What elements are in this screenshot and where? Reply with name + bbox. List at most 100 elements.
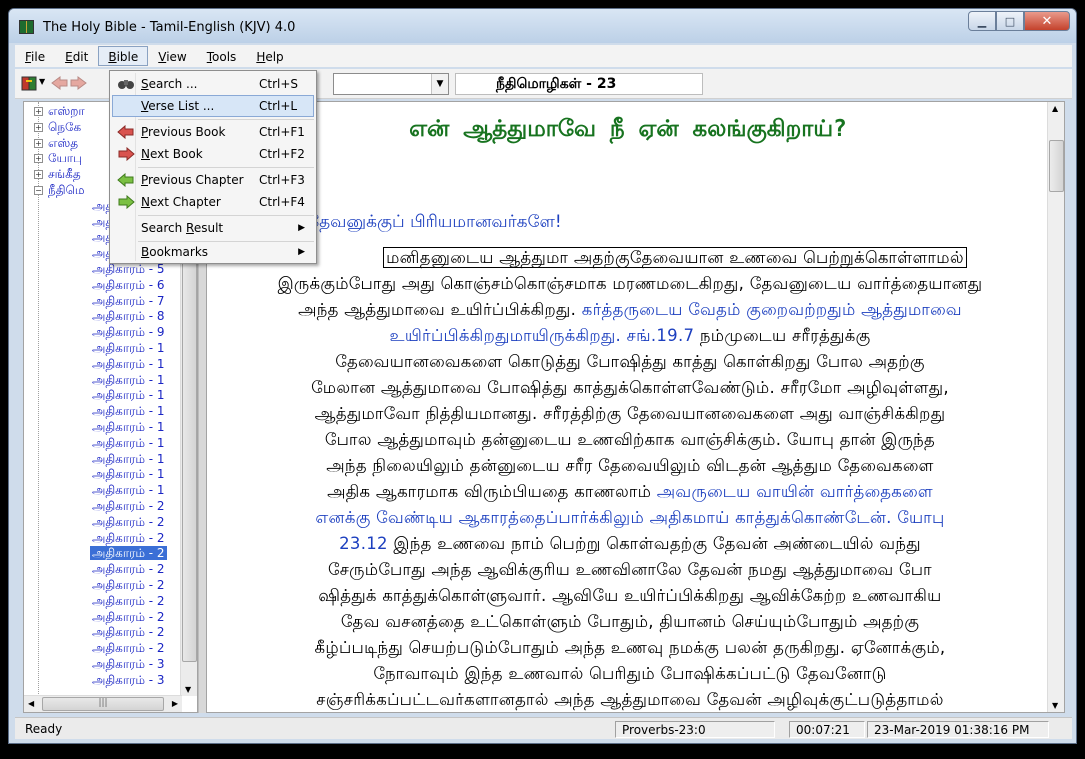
menu-view[interactable]: View [148,46,196,66]
reading-vertical-scrollbar[interactable]: ▲ ▼ [1047,102,1064,712]
devotion-text: ஷித்துக் காத்துக்கொள்ளுவார். ஆவியே உயிர்… [318,586,942,605]
submenu-arrow-icon: ▶ [298,247,305,257]
menu-next-book[interactable]: Next Book Ctrl+F2 [112,143,314,165]
status-text: Ready [25,722,63,736]
tree-chapter-item[interactable]: அதிகாரம் - 1 [90,420,167,436]
menu-bookmarks[interactable]: Bookmarks ▶ [112,241,314,263]
red-right-arrow-icon [118,147,135,161]
tree-book-item[interactable]: + நெகே [34,120,83,136]
tree-chapter-item[interactable]: அதிகாரம் - 2 [90,594,167,610]
expand-icon[interactable]: + [34,154,43,164]
tree-book-item[interactable]: + யோபு [34,151,84,167]
tree-horizontal-scrollbar[interactable]: ◀ ||| ▶ [24,695,182,712]
menu-tools[interactable]: Tools [197,46,247,66]
tree-chapter-item[interactable]: அதிகாரம் - 6 [90,278,167,294]
tree-chapter-item[interactable]: அதிகாரம் - 2 [90,578,167,594]
text-line: கீழ்ப்படிந்து செயற்படும்போதும் அந்த உணவு… [217,635,1043,661]
tree-book-item[interactable]: + சங்கீத [34,167,83,183]
reading-scroll-thumb[interactable] [1049,140,1064,192]
book-icon[interactable] [21,75,39,92]
tree-chapter-item[interactable]: அதிகாரம் - 2 [90,562,167,578]
text-line: நோவாவும் இந்த உணவால் பெரிதும் போஷிக்கப்ப… [217,661,1043,687]
green-left-arrow-icon [117,173,134,187]
menu-file[interactable]: File [15,46,55,66]
expand-icon[interactable]: + [34,138,43,148]
reading-pane[interactable]: என் ஆத்துமாவே நீ ஏன் கலங்குகிறாய்? தேவனு… [206,101,1065,713]
menu-bookmarks-accel: B [141,245,150,259]
scroll-left-icon[interactable]: ◀ [28,699,34,708]
menu-verse-list[interactable]: Verse List ... Ctrl+L [112,95,314,117]
scroll-up-icon[interactable]: ▲ [1052,104,1058,113]
scroll-down-icon[interactable]: ▼ [1052,701,1058,710]
tree-chapter-item[interactable]: அதிகாரம் - 1 [90,467,167,483]
tree-chapter-item[interactable]: அதிகாரம் - 3 [90,673,167,689]
menu-edit[interactable]: Edit [55,46,98,66]
chapter-combo[interactable]: ▼ [333,73,449,95]
menu-search-result[interactable]: Search Result ▶ [112,217,314,239]
book-dropdown-icon[interactable]: ▼ [39,77,45,86]
minimize-button[interactable]: ▁ [968,11,996,31]
tree-chapter-item[interactable]: அதிகாரம் - 2 [90,546,167,562]
text-line: ஆத்துமாவோ நித்தியமானது. சரீரத்திற்கு தேவ… [217,401,1043,427]
menu-search[interactable]: Search ... Ctrl+S [112,73,314,95]
title-bar[interactable]: The Holy Bible - Tamil-English (KJV) 4.0… [9,9,1076,43]
menu-bible[interactable]: Bible [98,46,149,66]
chevron-down-icon[interactable]: ▼ [431,74,448,94]
tree-chapter-item[interactable]: அதிகாரம் - 1 [90,341,167,357]
bible-app-icon[interactable] [19,20,34,34]
devotion-text: கீழ்ப்படிந்து செயற்படும்போதும் அந்த உணவு… [314,638,946,657]
tree-chapter-item[interactable]: அதிகாரம் - 1 [90,373,167,389]
menu-search-result-prefix: Search [141,221,187,235]
tree-chapter-label: அதிகாரம் - 2 [92,562,165,577]
tree-chapter-item[interactable]: அதிகாரம் - 2 [90,625,167,641]
tree-book-item[interactable]: − நீதிமெ [34,183,87,199]
tree-chapter-item[interactable]: அதிகாரம் - 2 [90,641,167,657]
tree-chapter-item[interactable]: அதிகாரம் - 2 [90,531,167,547]
back-arrow-icon[interactable] [51,75,69,92]
text-line: அதிக ஆகாரமாக விரும்பியதை காணலாம் அவருடைய… [217,479,1043,505]
forward-arrow-icon[interactable] [69,75,87,92]
text-line: உயிர்ப்பிக்கிறதுமாயிருக்கிறது. சங்.19.7 … [217,323,1043,349]
tree-chapter-item[interactable]: அதிகாரம் - 1 [90,436,167,452]
close-button[interactable]: ✕ [1024,11,1070,31]
menu-search-label: earch ... [148,77,198,91]
status-bar: Ready Proverbs-23:0 00:07:21 23-Mar-2019… [15,717,1072,739]
tree-chapter-item[interactable]: அதிகாரம் - 5 [90,262,167,278]
menu-next-chapter-accel: N [141,195,150,209]
tree-chapter-item[interactable]: அதிகாரம் - 1 [90,404,167,420]
tree-chapter-item[interactable]: அதிகாரம் - 2 [90,610,167,626]
tree-book-item[interactable]: + எஸ்த [34,136,80,152]
menu-previous-chapter[interactable]: Previous Chapter Ctrl+F3 [112,169,314,191]
tree-book-item[interactable]: + எஸ்றா [34,104,87,120]
tree-book-label: எஸ்றா [48,104,85,118]
tree-chapter-item[interactable]: அதிகாரம் - 2 [90,499,167,515]
maximize-button[interactable]: □ [996,11,1024,31]
tree-chapter-item[interactable]: அதிகாரம் - 2 [90,515,167,531]
expand-icon[interactable]: + [34,107,43,116]
text-line: மனிதனுடைய ஆத்துமா அதற்குதேவையான உணவை பெற… [217,245,1043,271]
menu-help[interactable]: Help [246,46,293,66]
scroll-right-icon[interactable]: ▶ [172,699,178,708]
tree-chapter-item[interactable]: அதிகாரம் - 1 [90,357,167,373]
menu-view-label: iew [166,50,187,64]
menu-previous-book-shortcut: Ctrl+F1 [259,125,305,139]
tree-chapter-item[interactable]: அதிகாரம் - 9 [90,325,167,341]
text-line: எனக்கு வேண்டிய ஆகாரத்தைப்பார்க்கிலும் அத… [217,505,1043,531]
collapse-icon[interactable]: − [34,186,43,195]
text-line: அந்த நிலையிலும் தன்னுடைய சரீர தேவையிலும்… [217,453,1043,479]
text-line: போல ஆத்துமாவும் தன்னுடைய உணவிற்காக வாஞ்ச… [217,427,1043,453]
tree-chapter-item[interactable]: அதிகாரம் - 8 [90,309,167,325]
tree-hscroll-thumb[interactable]: ||| [42,697,164,711]
expand-icon[interactable]: + [34,122,43,132]
tree-book-label: நெகே [48,119,82,134]
menu-next-chapter[interactable]: Next Chapter Ctrl+F4 [112,191,314,213]
tree-chapter-item[interactable]: அதிகாரம் - 1 [90,388,167,404]
expand-icon[interactable]: + [34,170,43,180]
tree-chapter-item[interactable]: அதிகாரம் - 1 [90,483,167,499]
tree-chapter-item[interactable]: அதிகாரம் - 1 [90,452,167,468]
tree-chapter-item[interactable]: அதிகாரம் - 3 [90,657,167,673]
tree-chapter-item[interactable]: அதிகாரம் - 7 [90,294,167,310]
scroll-down-icon[interactable]: ▼ [185,685,191,694]
menu-separator [138,167,314,168]
menu-previous-book[interactable]: Previous Book Ctrl+F1 [112,121,314,143]
